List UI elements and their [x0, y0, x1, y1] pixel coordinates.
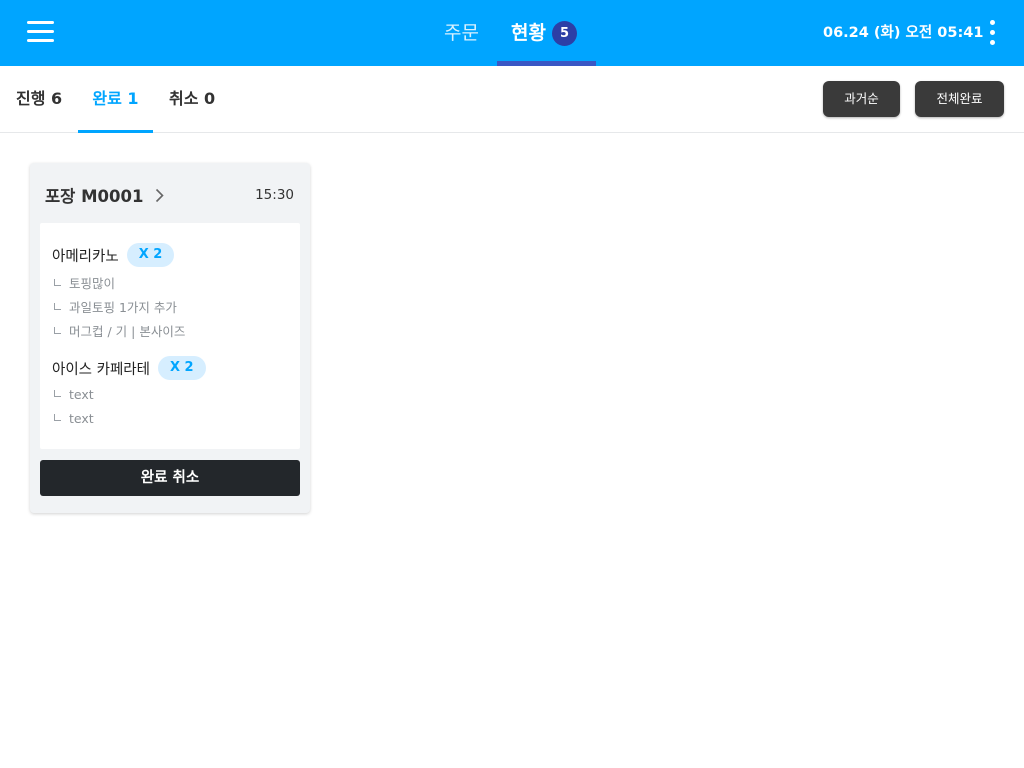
subtab-in-progress[interactable]: 진행 6 [16, 66, 62, 132]
menu-option-label: 과일토핑 1가지 추가 [69, 300, 177, 315]
complete-all-button[interactable]: 전체완료 [915, 81, 1004, 117]
menu-option-label: text [69, 411, 94, 426]
menu-option: 토핑많이 [54, 273, 115, 292]
status-count-badge: 5 [551, 21, 577, 46]
sub-item-icon [54, 390, 61, 397]
sub-item-icon [54, 303, 61, 310]
subtab-cancelled[interactable]: 취소 0 [169, 66, 215, 132]
menu-item: 아이스 카페라테 X 2 [52, 356, 206, 380]
menu-option-label: 토핑많이 [69, 276, 116, 291]
quantity-badge: X 2 [158, 356, 206, 380]
order-title: 포장 M0001 [45, 187, 144, 206]
tab-status[interactable]: 현황 5 [497, 0, 596, 66]
sub-item-icon [54, 279, 61, 286]
sub-item-icon [54, 327, 61, 334]
tab-status-label: 현황 [511, 22, 546, 44]
subtab-completed[interactable]: 완료 1 [78, 66, 153, 133]
menu-item-name: 아메리카노 [52, 248, 119, 265]
menu-option: 과일토핑 1가지 추가 [54, 297, 177, 316]
tab-order[interactable]: 주문 [444, 0, 479, 66]
order-card: 포장 M0001 15:30 아메리카노 X 2 토핑많이 과일토핑 1가지 추가… [30, 163, 310, 513]
menu-option-label: 머그컵 / 기 | 본사이즈 [69, 324, 186, 339]
chevron-right-icon [155, 188, 164, 207]
hamburger-menu-icon[interactable] [27, 21, 55, 43]
current-datetime: 06.24 (화) 오전 05:41 [823, 25, 984, 41]
quantity-badge: X 2 [126, 243, 175, 267]
order-time: 15:30 [255, 187, 294, 203]
menu-option-label: text [69, 387, 94, 402]
menu-item-name: 아이스 카페라테 [52, 361, 150, 378]
order-title-link[interactable]: 포장 M0001 [45, 183, 164, 207]
menu-option: text [54, 411, 94, 426]
top-bar: 주문 현황 5 06.24 (화) 오전 05:41 [0, 0, 1024, 66]
more-vertical-icon[interactable] [989, 20, 997, 46]
order-card-header: 포장 M0001 15:30 [30, 163, 310, 223]
tab-order-label: 주문 [444, 22, 479, 44]
active-subtab-indicator [78, 130, 153, 133]
subtab-completed-label: 완료 1 [92, 89, 139, 108]
menu-option: text [54, 387, 94, 402]
menu-item: 아메리카노 X 2 [52, 243, 175, 267]
status-filter-bar: 진행 6 완료 1 취소 0 과거순 전체완료 [0, 66, 1024, 133]
order-items: 아메리카노 X 2 토핑많이 과일토핑 1가지 추가 머그컵 / 기 | 본사이즈… [40, 223, 300, 449]
sub-item-icon [54, 414, 61, 421]
sort-oldest-button[interactable]: 과거순 [823, 81, 900, 117]
menu-option: 머그컵 / 기 | 본사이즈 [54, 321, 185, 340]
cancel-completion-button[interactable]: 완료 취소 [40, 460, 300, 496]
